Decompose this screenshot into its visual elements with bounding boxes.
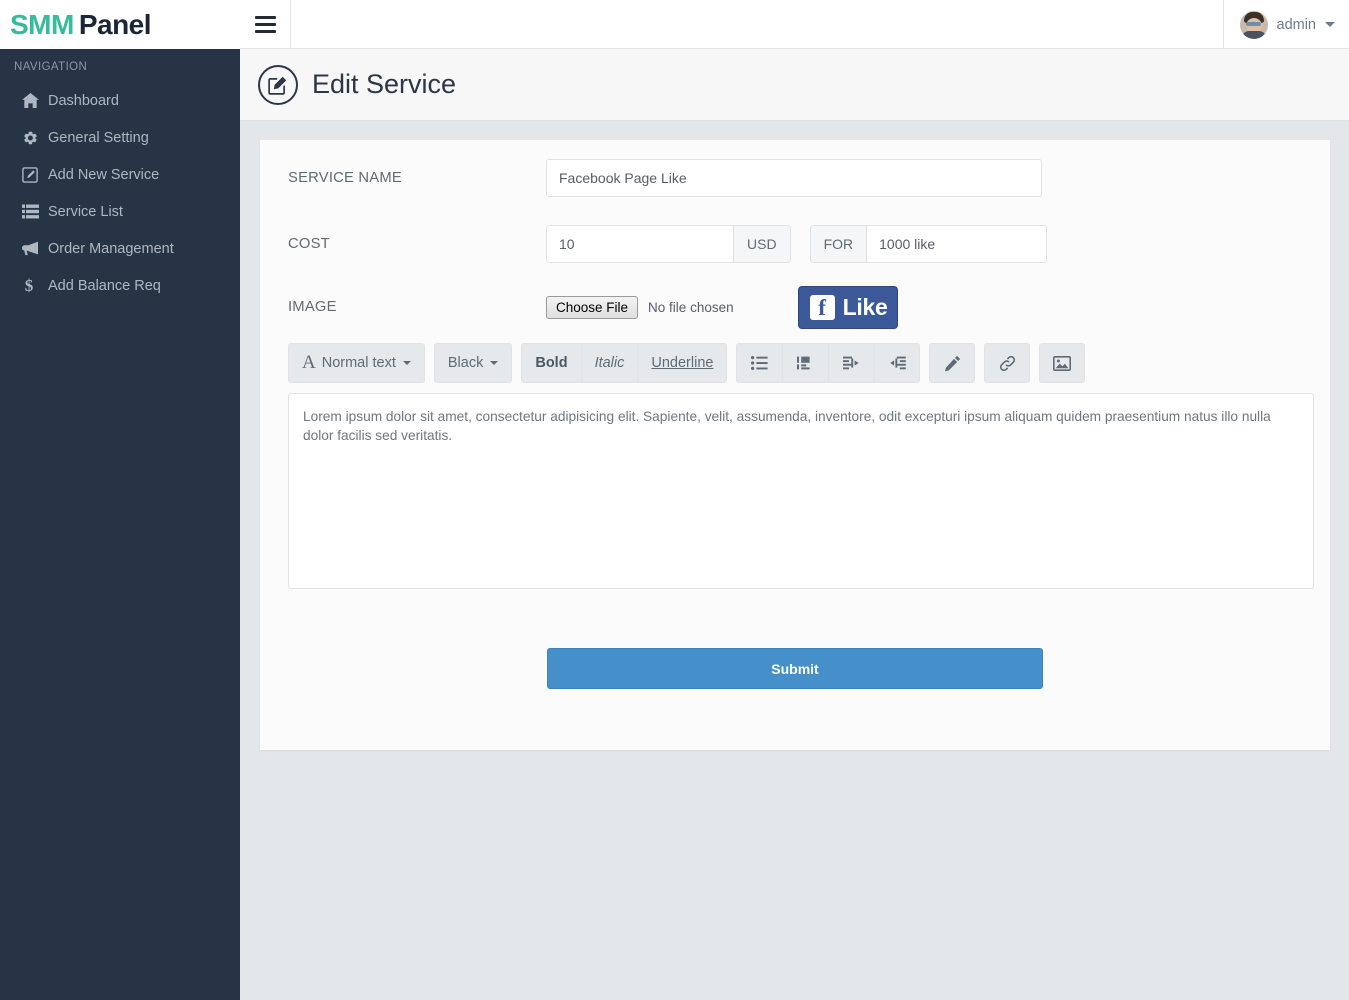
page-header: Edit Service <box>240 49 1349 121</box>
cost-input-group: USD <box>546 224 791 263</box>
editor-toolbar: A Normal text Black Bold Italic Underlin… <box>288 343 1302 383</box>
text-style-dropdown[interactable]: A Normal text <box>288 343 425 383</box>
sidebar-item-label: Service List <box>48 203 123 220</box>
unordered-list-button[interactable] <box>736 343 783 383</box>
list-button-group <box>736 343 921 383</box>
edit-pencil-circle-icon <box>258 64 298 105</box>
svg-text:$: $ <box>25 277 34 294</box>
sidebar-item-label: Add Balance Req <box>48 277 161 294</box>
text-style-dropdown-label: Normal text <box>321 355 396 371</box>
facebook-f-icon: f <box>809 294 835 320</box>
cost-input[interactable] <box>546 224 734 263</box>
hamburger-icon <box>254 12 276 37</box>
link-button[interactable] <box>984 343 1031 383</box>
no-file-chosen-text: No file chosen <box>648 299 734 315</box>
cost-row: COST USD FOR <box>260 216 1330 271</box>
quantity-input[interactable] <box>866 224 1048 263</box>
chevron-down-icon <box>402 361 411 365</box>
sidebar-item-general-setting[interactable]: General Setting <box>0 119 240 156</box>
topbar: admin <box>240 0 1349 49</box>
service-name-row: SERVICE NAME <box>260 140 1330 216</box>
home-icon <box>22 93 48 108</box>
sidebar: SMM Panel NAVIGATION Dashboard General Se… <box>0 0 240 1000</box>
caret-down-icon <box>1325 22 1335 27</box>
sidebar-item-add-balance-req[interactable]: $ Add Balance Req <box>0 267 240 304</box>
text-color-dropdown-label: Black <box>447 355 484 371</box>
description-editor: A Normal text Black Bold Italic Underlin… <box>260 343 1330 689</box>
app-root: SMM Panel NAVIGATION Dashboard General Se… <box>0 0 1349 1000</box>
quantity-input-group: FOR <box>809 224 1048 263</box>
outdent-button[interactable] <box>874 343 921 383</box>
chevron-down-icon <box>490 361 499 365</box>
ordered-list-button[interactable] <box>782 343 829 383</box>
choose-file-button[interactable]: Choose File <box>546 295 639 319</box>
sidebar-toggle-button[interactable] <box>240 0 291 49</box>
service-name-label: SERVICE NAME <box>288 170 402 186</box>
sidebar-item-service-list[interactable]: Service List <box>0 193 240 230</box>
facebook-like-image-preview: f Like <box>797 285 898 329</box>
brand-logo[interactable]: SMM Panel <box>0 0 240 49</box>
page-title: Edit Service <box>312 69 457 99</box>
text-format-button-group: Bold Italic Underline <box>521 343 728 383</box>
image-row: IMAGE Choose File No file chosen f Like <box>260 271 1330 343</box>
image-label: IMAGE <box>288 299 337 315</box>
service-name-input[interactable] <box>546 159 1042 197</box>
bold-button[interactable]: Bold <box>521 343 581 383</box>
sidebar-item-label: Dashboard <box>48 92 119 109</box>
brand-logo-smm: SMM <box>10 8 74 40</box>
sidebar-item-label: Add New Service <box>48 166 160 183</box>
quantity-for-addon: FOR <box>809 224 867 263</box>
content-area: SERVICE NAME COST USD FOR IMAGE Ch <box>240 121 1349 1000</box>
dollar-sign-icon: $ <box>22 277 48 294</box>
sidebar-nav-title: NAVIGATION <box>14 61 88 73</box>
user-menu-label: admin <box>1276 16 1317 33</box>
cost-label: COST <box>288 235 330 252</box>
file-input-row: Choose File No file chosen f Like <box>546 285 898 329</box>
italic-button[interactable]: Italic <box>580 343 638 383</box>
indent-button[interactable] <box>828 343 875 383</box>
insert-image-button[interactable] <box>1039 343 1086 383</box>
description-textarea[interactable]: Lorem ipsum dolor sit amet, consectetur … <box>288 393 1314 589</box>
text-color-dropdown[interactable]: Black <box>433 343 513 383</box>
font-size-a-icon: A <box>302 352 316 373</box>
bullhorn-icon <box>22 241 48 256</box>
user-menu[interactable]: admin <box>1222 0 1335 49</box>
sidebar-item-order-management[interactable]: Order Management <box>0 230 240 267</box>
edit-service-card: SERVICE NAME COST USD FOR IMAGE Ch <box>260 140 1330 750</box>
brand-logo-panel: Panel <box>78 8 152 40</box>
cost-currency-addon: USD <box>734 224 791 263</box>
sidebar-item-label: General Setting <box>48 129 149 146</box>
sidebar-item-label: Order Management <box>48 240 174 257</box>
gear-icon <box>22 130 48 146</box>
submit-button[interactable]: Submit <box>547 648 1043 689</box>
pencil-button[interactable] <box>929 343 976 383</box>
facebook-like-label: Like <box>842 293 888 320</box>
underline-button[interactable]: Underline <box>637 343 728 383</box>
pen-square-icon <box>22 166 48 183</box>
server-list-icon <box>22 204 48 219</box>
submit-row: Submit <box>288 648 1302 689</box>
sidebar-item-dashboard[interactable]: Dashboard <box>0 82 240 119</box>
avatar <box>1239 10 1268 39</box>
sidebar-item-add-new-service[interactable]: Add New Service <box>0 156 240 193</box>
